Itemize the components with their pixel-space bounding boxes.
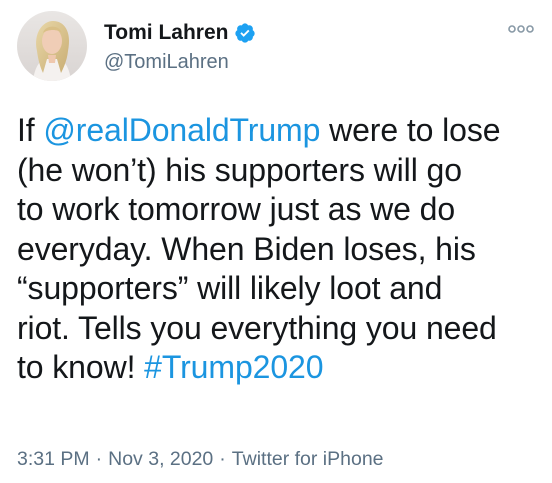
profile-photo-icon [17,11,87,81]
tweet-card: Tomi Lahren @TomiLahren If @realDonaldTr… [0,0,552,483]
tweet-line: (he won’t) his supporters will go [17,151,547,191]
hashtag-link[interactable]: #Trump2020 [144,349,323,385]
user-handle[interactable]: @TomiLahren [104,50,229,74]
tweet-text-segment: everyday. When Biden loses, his [17,230,476,267]
tweet-text-segment: to know! [17,349,145,385]
more-options-icon[interactable] [508,23,534,35]
tweet-line: to know! #Trump2020 [17,348,547,388]
tweet-line: If @realDonaldTrump were to lose [17,111,547,151]
tweet-line: riot. Tells you everything you need [17,309,547,349]
tweet-text-segment: “supporters” will likely loot and [17,270,443,306]
tweet-line: to work tomorrow just as we do [17,190,547,230]
display-name[interactable]: Tomi Lahren [104,20,228,46]
name-row: Tomi Lahren [104,20,256,46]
avatar[interactable] [17,11,87,81]
tweet-text-segment: riot. Tells you everything you need [17,309,497,346]
tweet-text-segment: (he won’t) his supporters will go [17,151,462,188]
meta-separator: · [219,448,226,470]
mention-link[interactable]: @realDonaldTrump [43,112,320,148]
meta-separator: · [95,448,103,470]
tweet-text-segment: were to lose [320,112,501,148]
tweet-text-segment: If [17,112,44,148]
tweet-line: “supporters” will likely loot and [17,269,547,309]
tweet-line: everyday. When Biden loses, his [17,230,547,270]
tweet-text: If @realDonaldTrump were to lose (he won’… [17,111,547,388]
tweet-time[interactable]: 3:31 PM [17,448,90,470]
tweet-source[interactable]: Twitter for iPhone [232,448,384,470]
verified-badge-icon [234,22,256,44]
tweet-meta: 3:31 PM · Nov 3, 2020 · Twitter for iPhone [17,447,384,471]
tweet-text-segment: to work tomorrow just as we do [17,191,456,227]
tweet-date[interactable]: Nov 3, 2020 [108,448,213,470]
